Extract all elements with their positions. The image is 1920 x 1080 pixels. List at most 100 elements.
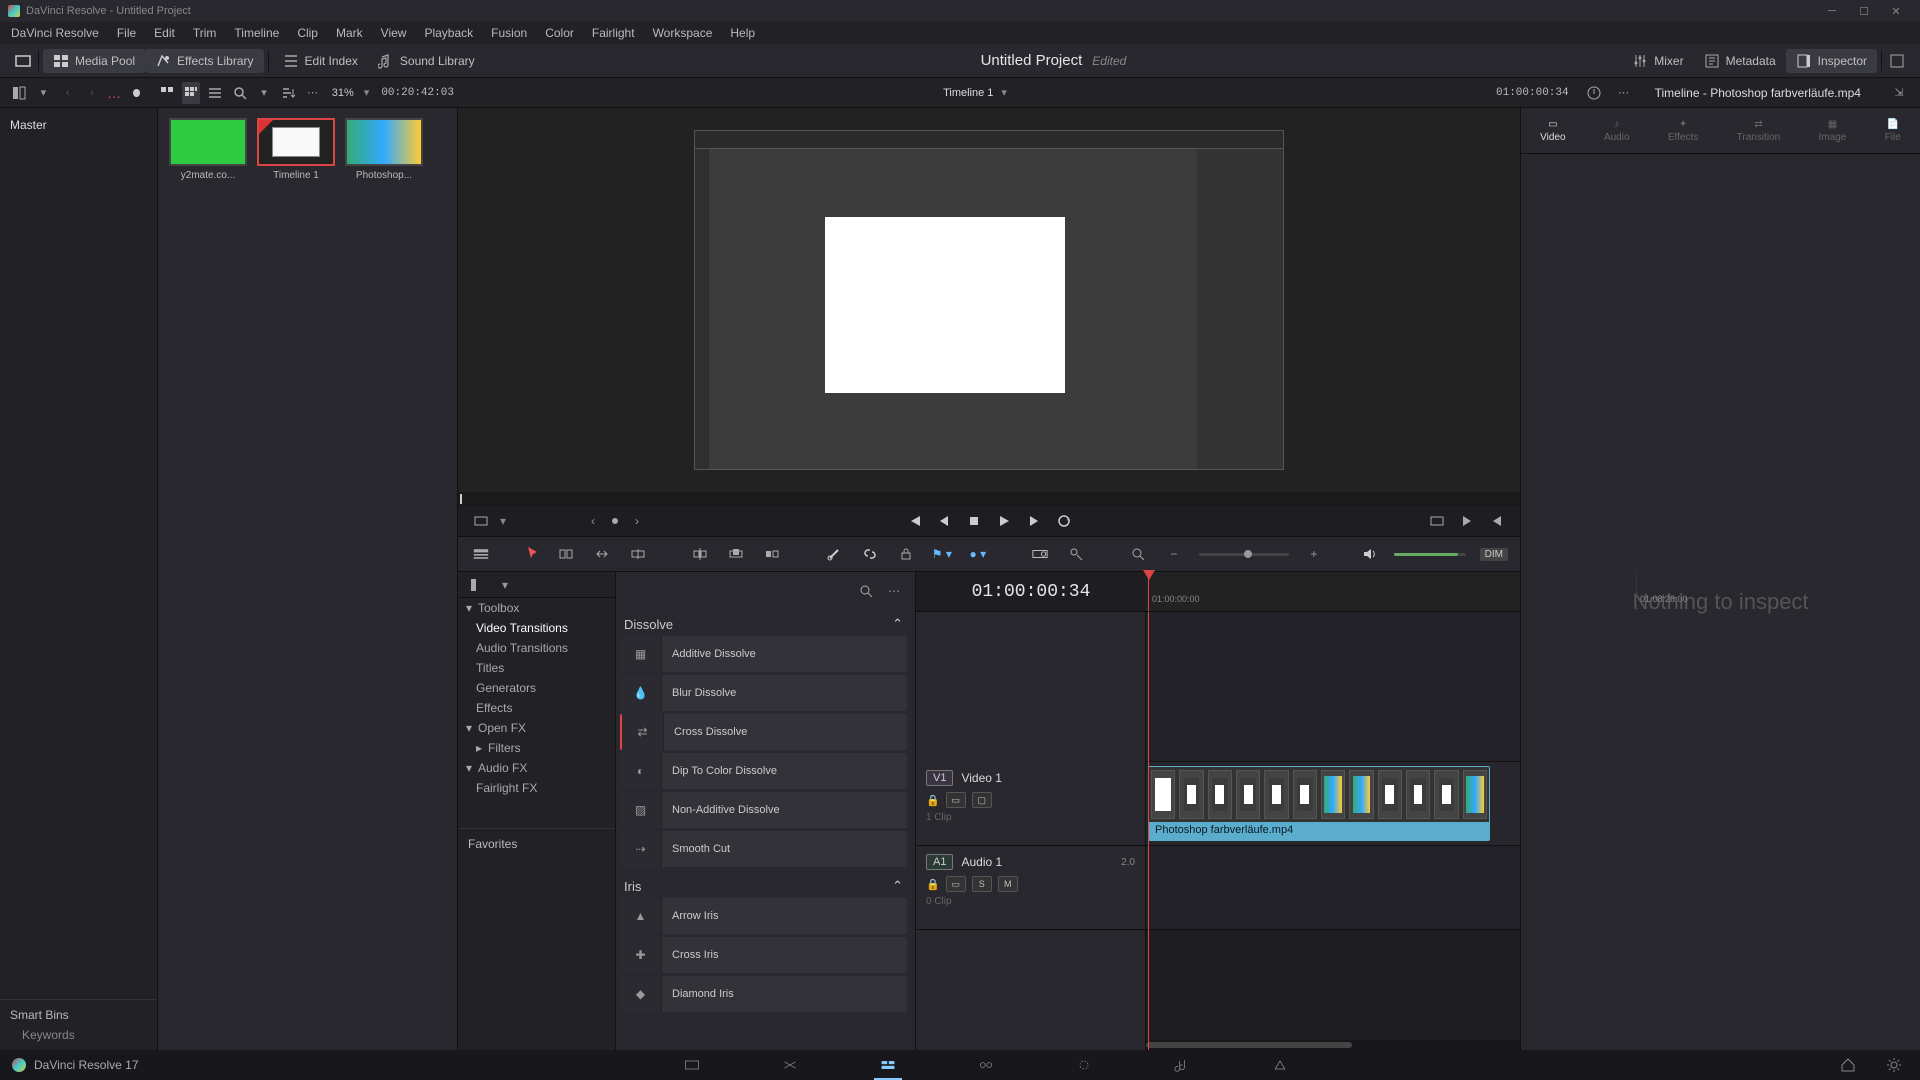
media-page-button[interactable] <box>678 1054 706 1076</box>
menu-clip[interactable]: Clip <box>288 26 327 40</box>
fairlight-page-button[interactable] <box>1168 1054 1196 1076</box>
fx-smooth-cut[interactable]: ⇢Smooth Cut <box>620 831 907 867</box>
media-clip-y2mate[interactable]: y2mate.co... <box>168 118 248 181</box>
link-icon[interactable] <box>859 543 881 565</box>
replace-clip-icon[interactable] <box>761 543 783 565</box>
fx-cat-iris[interactable]: Iris⌃ <box>620 870 907 898</box>
timeline-name[interactable]: Timeline 1 <box>943 87 993 99</box>
zoom-to-fit-icon[interactable] <box>1127 543 1149 565</box>
snapping-icon[interactable] <box>1029 543 1051 565</box>
selection-tool-icon[interactable] <box>525 545 541 564</box>
menu-timeline[interactable]: Timeline <box>225 26 288 40</box>
fx-cat-dissolve[interactable]: Dissolve⌃ <box>620 608 907 636</box>
menu-edit[interactable]: Edit <box>145 26 184 40</box>
menu-workspace[interactable]: Workspace <box>644 26 722 40</box>
auto-select-icon[interactable]: ▭ <box>946 876 966 892</box>
blade-tool-icon[interactable] <box>627 543 649 565</box>
color-page-button[interactable] <box>1070 1054 1098 1076</box>
viewer-options-icon[interactable]: ⋯ <box>1613 82 1635 104</box>
pool-options-icon[interactable]: ⋯ <box>303 82 321 104</box>
play-button[interactable] <box>993 510 1015 532</box>
master-bin[interactable]: Master <box>10 116 147 134</box>
menu-fairlight[interactable]: Fairlight <box>583 26 644 40</box>
sound-library-button[interactable]: Sound Library <box>368 49 485 73</box>
playhead-line[interactable] <box>1148 612 1149 1050</box>
fx-blur-dissolve[interactable]: 💧Blur Dissolve <box>620 675 907 711</box>
pool-dropdown-icon[interactable]: ▾ <box>34 82 52 104</box>
prev-frame-button[interactable] <box>933 510 955 532</box>
collapse-icon[interactable]: ⌃ <box>892 878 903 894</box>
stop-button[interactable] <box>963 510 985 532</box>
next-frame-button[interactable] <box>1023 510 1045 532</box>
menu-help[interactable]: Help <box>721 26 764 40</box>
lock-icon[interactable]: 🔒 <box>926 794 940 807</box>
menu-playback[interactable]: Playback <box>415 26 482 40</box>
timeline-timecode[interactable]: 01:00:00:34 <box>916 582 1146 602</box>
zoom-slider[interactable] <box>1199 553 1289 556</box>
position-lock-icon[interactable] <box>895 543 917 565</box>
fx-fairlight-fx[interactable]: Fairlight FX <box>458 778 615 798</box>
viewer-scrubber[interactable] <box>458 492 1520 506</box>
inspector-tab-video[interactable]: ▭Video <box>1540 119 1565 143</box>
fx-open-fx[interactable]: ▾Open FX <box>458 718 615 738</box>
expand-inspector-icon[interactable] <box>1886 50 1908 72</box>
inspector-tab-audio[interactable]: ♪Audio <box>1604 119 1630 143</box>
fx-audio-fx[interactable]: ▾Audio FX <box>458 758 615 778</box>
next-edit-icon[interactable]: › <box>626 510 648 532</box>
a1-badge[interactable]: A1 <box>926 854 953 870</box>
fx-dip-to-color[interactable]: ◐Dip To Color Dissolve <box>620 753 907 789</box>
v1-badge[interactable]: V1 <box>926 770 953 786</box>
edit-index-button[interactable]: Edit Index <box>273 49 368 73</box>
grid-view-icon[interactable] <box>182 82 200 104</box>
match-frame-icon[interactable] <box>1426 510 1448 532</box>
flag-icon[interactable]: ⚑ ▾ <box>931 543 953 565</box>
fx-cross-dissolve[interactable]: ⇄Cross Dissolve <box>620 714 907 750</box>
viewer-mode-icon[interactable] <box>470 510 492 532</box>
solo-button[interactable]: S <box>972 876 992 892</box>
fx-layout-icon[interactable] <box>466 574 488 596</box>
media-clip-timeline1[interactable]: Timeline 1 <box>256 118 336 181</box>
media-clip-photoshop[interactable]: Photoshop... <box>344 118 424 181</box>
fx-options-icon[interactable]: ⋯ <box>883 580 905 602</box>
fx-additive-dissolve[interactable]: ▦Additive Dissolve <box>620 636 907 672</box>
menu-fusion[interactable]: Fusion <box>482 26 536 40</box>
fullscreen-viewer-icon[interactable] <box>12 50 34 72</box>
menu-mark[interactable]: Mark <box>327 26 372 40</box>
inspector-tab-transition[interactable]: ⇄Transition <box>1737 119 1781 143</box>
project-settings-button[interactable] <box>1880 1054 1908 1076</box>
viewer-stage[interactable] <box>458 108 1520 492</box>
menu-trim[interactable]: Trim <box>184 26 226 40</box>
volume-slider[interactable] <box>1394 553 1466 556</box>
sort-icon[interactable] <box>279 82 297 104</box>
fx-search-icon[interactable] <box>855 580 877 602</box>
keywords-bin[interactable]: Keywords <box>10 1028 147 1042</box>
linked-move-icon[interactable] <box>1065 543 1087 565</box>
fx-cross-iris[interactable]: ✚Cross Iris <box>620 937 907 973</box>
metadata-button[interactable]: Metadata <box>1694 49 1786 73</box>
fx-effects[interactable]: Effects <box>458 698 615 718</box>
trim-tool-icon[interactable] <box>555 543 577 565</box>
inspector-tab-file[interactable]: 📄File <box>1885 119 1901 143</box>
fx-filters[interactable]: ▸Filters <box>458 738 615 758</box>
dim-button[interactable]: DIM <box>1480 548 1508 561</box>
home-button[interactable] <box>1834 1054 1862 1076</box>
edit-page-button[interactable] <box>874 1054 902 1076</box>
inspector-tab-effects[interactable]: ✦Effects <box>1668 119 1698 143</box>
timeline-tracks[interactable]: Photoshop farbverläufe.mp4 <box>1146 612 1520 1050</box>
video-clip[interactable]: Photoshop farbverläufe.mp4 <box>1148 766 1490 841</box>
fx-titles[interactable]: Titles <box>458 658 615 678</box>
audio-track-header[interactable]: A1 Audio 1 2.0 🔒 ▭ S M 0 Cl <box>916 846 1145 930</box>
maximize-button[interactable]: ☐ <box>1848 2 1880 20</box>
first-frame-button[interactable] <box>903 510 925 532</box>
monitor-volume-icon[interactable] <box>1358 543 1380 565</box>
close-button[interactable]: ✕ <box>1880 2 1912 20</box>
nav-fwd-icon[interactable]: › <box>83 82 101 104</box>
zoom-out-icon[interactable]: − <box>1163 543 1185 565</box>
timeline-view-options-icon[interactable] <box>470 543 492 565</box>
overwrite-clip-icon[interactable] <box>725 543 747 565</box>
menu-davinci-resolve[interactable]: DaVinci Resolve <box>2 26 108 40</box>
insert-clip-icon[interactable] <box>689 543 711 565</box>
inspector-tab-image[interactable]: ▦Image <box>1819 119 1847 143</box>
fx-toolbox[interactable]: ▾Toolbox <box>458 598 615 618</box>
go-start-icon[interactable] <box>1486 510 1508 532</box>
